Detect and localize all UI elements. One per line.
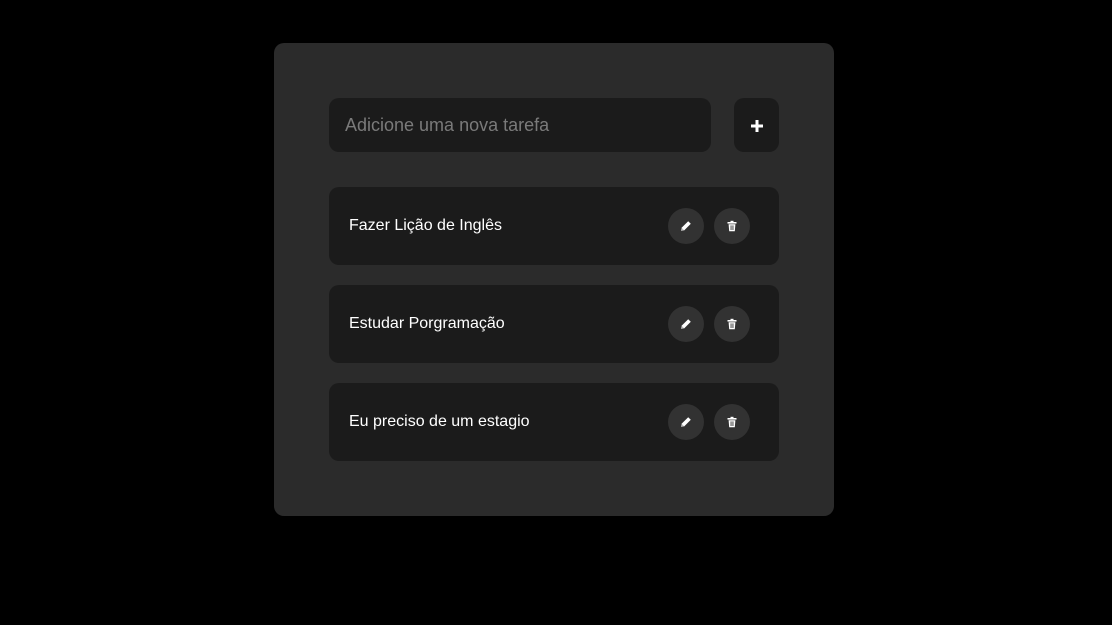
task-label: Eu preciso de um estagio — [349, 413, 530, 430]
todo-panel: Fazer Lição de Inglês — [274, 43, 834, 516]
trash-icon — [726, 318, 738, 330]
delete-task-button[interactable] — [714, 208, 750, 244]
pencil-icon — [680, 416, 692, 428]
add-task-row — [329, 98, 779, 152]
new-task-input[interactable] — [329, 98, 711, 152]
delete-task-button[interactable] — [714, 404, 750, 440]
task-label: Fazer Lição de Inglês — [349, 217, 502, 234]
task-item: Eu preciso de um estagio — [329, 383, 779, 461]
trash-icon — [726, 220, 738, 232]
edit-task-button[interactable] — [668, 306, 704, 342]
edit-task-button[interactable] — [668, 208, 704, 244]
task-item: Fazer Lição de Inglês — [329, 187, 779, 265]
task-list: Fazer Lição de Inglês Estudar Porgramaçã… — [329, 187, 779, 481]
task-label: Estudar Porgramação — [349, 315, 505, 332]
delete-task-button[interactable] — [714, 306, 750, 342]
plus-icon — [750, 113, 763, 137]
edit-task-button[interactable] — [668, 404, 704, 440]
pencil-icon — [680, 318, 692, 330]
task-item: Estudar Porgramação — [329, 285, 779, 363]
add-task-button[interactable] — [734, 98, 779, 152]
trash-icon — [726, 416, 738, 428]
pencil-icon — [680, 220, 692, 232]
